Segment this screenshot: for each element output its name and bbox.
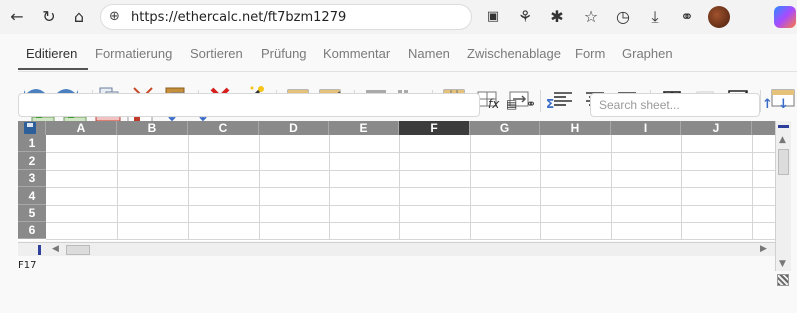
- row-header[interactable]: 1: [18, 135, 46, 152]
- grid-line: [46, 170, 775, 171]
- function-list-icon[interactable]: ▤: [506, 97, 517, 115]
- tab-kommentar[interactable]: Kommentar: [323, 46, 390, 61]
- row-header[interactable]: 6: [18, 222, 46, 239]
- tab-graphen[interactable]: Graphen: [622, 46, 673, 61]
- grid-line: [46, 152, 775, 153]
- tab-sortieren[interactable]: Sortieren: [190, 46, 243, 61]
- search-up-icon[interactable]: ↑: [762, 97, 773, 112]
- toolbar-separator: [540, 90, 541, 112]
- scroll-up-icon[interactable]: ▲: [779, 135, 786, 145]
- fx-button[interactable]: fx: [488, 97, 499, 115]
- horizontal-scrollbar[interactable]: ◀ ▶: [18, 242, 775, 256]
- resize-corner[interactable]: [777, 274, 789, 286]
- link-icon[interactable]: ⚭: [526, 97, 536, 115]
- tab-formatierung[interactable]: Formatierung: [95, 46, 172, 61]
- reload-icon[interactable]: ↻: [40, 8, 58, 26]
- tab-editieren[interactable]: Editieren: [26, 46, 77, 61]
- column-header[interactable]: H: [540, 121, 611, 135]
- row-header[interactable]: 3: [18, 170, 46, 187]
- grid-line: [46, 205, 775, 206]
- scroll-thumb[interactable]: [778, 149, 789, 175]
- scroll-down-icon[interactable]: ▼: [779, 259, 786, 269]
- browser-toolbar: ← ↻ ⌂ ⊕ https://ethercalc.net/ft7bzm1279…: [0, 0, 797, 34]
- grid-line: [46, 187, 775, 188]
- cell-reference: F17: [18, 260, 37, 271]
- corner-cell: [18, 121, 46, 135]
- pane-splitter[interactable]: [38, 245, 41, 255]
- active-tab-indicator: [18, 68, 88, 70]
- column-header[interactable]: D: [259, 121, 329, 135]
- vertical-scrollbar[interactable]: ▲ ▼: [775, 121, 791, 271]
- scroll-left-icon[interactable]: ◀: [52, 244, 59, 254]
- downloads-icon[interactable]: ⤓: [646, 8, 664, 26]
- spreadsheet-grid[interactable]: A B C D E F G H I J 1 2 3 4 5 6: [18, 121, 775, 241]
- sum-button[interactable]: Σ: [546, 97, 554, 115]
- tab-zwischenablage[interactable]: Zwischenablage: [467, 46, 561, 61]
- grid-line: [46, 239, 775, 240]
- scroll-thumb[interactable]: [66, 245, 90, 255]
- home-icon[interactable]: ⌂: [70, 8, 88, 26]
- tab-namen[interactable]: Namen: [408, 46, 450, 61]
- scroll-right-icon[interactable]: ▶: [760, 244, 767, 254]
- tabs-divider: [18, 71, 797, 72]
- search-down-icon[interactable]: ↓: [778, 97, 789, 112]
- globe-icon: ⊕: [109, 9, 120, 24]
- save-icon[interactable]: [24, 122, 36, 134]
- office-icon[interactable]: ▣: [484, 8, 502, 26]
- column-header-overflow: [752, 121, 775, 135]
- column-header[interactable]: A: [46, 121, 117, 135]
- search-input[interactable]: [590, 93, 760, 117]
- profile-avatar[interactable]: [708, 6, 730, 28]
- address-bar[interactable]: ⊕ https://ethercalc.net/ft7bzm1279: [100, 4, 472, 30]
- pane-splitter[interactable]: [778, 125, 789, 128]
- collections-icon[interactable]: ⚭: [678, 8, 696, 26]
- column-header[interactable]: J: [681, 121, 752, 135]
- formula-input[interactable]: [18, 93, 480, 117]
- puzzle-icon[interactable]: ✱: [548, 8, 566, 26]
- column-header[interactable]: E: [329, 121, 399, 135]
- url-text[interactable]: https://ethercalc.net/ft7bzm1279: [131, 10, 346, 25]
- column-header[interactable]: I: [611, 121, 681, 135]
- toolbar-separator: [760, 90, 761, 112]
- favorites-icon[interactable]: ☆: [582, 8, 600, 26]
- column-header[interactable]: B: [117, 121, 188, 135]
- column-header-selected[interactable]: F: [399, 121, 470, 135]
- history-icon[interactable]: ◷: [614, 8, 632, 26]
- copilot-icon[interactable]: [774, 6, 796, 28]
- back-icon[interactable]: ←: [8, 8, 26, 26]
- extensions-icon[interactable]: ⚘: [516, 8, 534, 26]
- tab-form[interactable]: Form: [575, 46, 605, 61]
- column-header[interactable]: C: [188, 121, 259, 135]
- grid-line: [46, 222, 775, 223]
- column-header[interactable]: G: [470, 121, 540, 135]
- row-header[interactable]: 4: [18, 187, 46, 205]
- row-header[interactable]: 2: [18, 152, 46, 170]
- row-header[interactable]: 5: [18, 205, 46, 222]
- tab-pruefung[interactable]: Prüfung: [261, 46, 307, 61]
